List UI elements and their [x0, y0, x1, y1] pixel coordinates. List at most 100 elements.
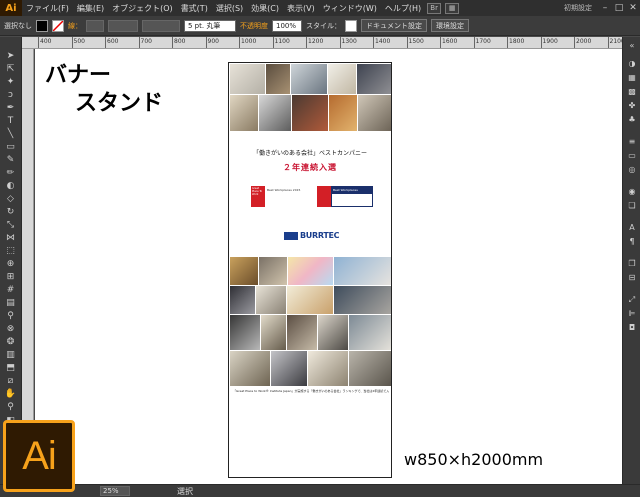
stroke-label: 線： — [68, 21, 82, 30]
appearance-panel-icon[interactable]: ◉ — [626, 187, 638, 197]
ruler-label: 1500 — [408, 38, 424, 45]
zoom-field[interactable]: 25% — [100, 486, 130, 496]
photo — [259, 95, 291, 131]
ruler-tick — [205, 37, 207, 48]
color-guide-icon[interactable]: ▦ — [626, 73, 638, 83]
color-panel-icon[interactable]: ◑ — [626, 59, 638, 69]
blend-tool-icon[interactable]: ⊗ — [3, 324, 18, 335]
maximize-icon[interactable]: □ — [612, 2, 626, 14]
ruler-tick — [71, 37, 73, 48]
pathfinder-panel-icon[interactable]: ◘ — [626, 323, 638, 333]
style-swatch[interactable] — [345, 19, 357, 32]
canvas[interactable]: バナー スタンド 「働きがいのある会社」ベストカンパニー ２年連続入選 Grea… — [35, 49, 622, 484]
stroke-weight-dropdown[interactable] — [86, 19, 104, 32]
align-panel-icon[interactable]: ⊫ — [626, 309, 638, 319]
menu-type[interactable]: 書式(T) — [177, 3, 212, 14]
artboard-banner[interactable]: 「働きがいのある会社」ベストカンパニー ２年連続入選 Great Place T… — [228, 62, 392, 478]
photo — [329, 95, 357, 131]
column-graph-tool-icon[interactable]: ▥ — [3, 350, 18, 361]
ruler-label: 1300 — [341, 38, 357, 45]
blob-brush-tool-icon[interactable]: ◐ — [3, 181, 18, 192]
rotate-tool-icon[interactable]: ↻ — [3, 207, 18, 218]
menu-select[interactable]: 選択(S) — [212, 3, 247, 14]
workspace-preset[interactable]: 初期設定 — [564, 3, 592, 13]
menu-effect[interactable]: 効果(C) — [247, 3, 283, 14]
symbols-panel-icon[interactable]: ♣ — [626, 115, 638, 125]
graphic-styles-icon[interactable]: ❏ — [626, 201, 638, 211]
menu-object[interactable]: オブジェクト(O) — [108, 3, 177, 14]
brushes-panel-icon[interactable]: ✤ — [626, 101, 638, 111]
menu-bar: Ai ファイル(F) 編集(E) オブジェクト(O) 書式(T) 選択(S) 効… — [0, 0, 640, 16]
control-bar: 選択なし 線： 5 pt. 丸筆 不透明度 100% スタイル： ドキュメント設… — [0, 16, 640, 36]
fill-swatch[interactable] — [36, 19, 48, 32]
swatches-panel-icon[interactable]: ▩ — [626, 87, 638, 97]
symbol-sprayer-tool-icon[interactable]: ❂ — [3, 337, 18, 348]
arrange-documents-icon[interactable]: ▦ — [445, 2, 460, 14]
artboards-panel-icon[interactable]: ⊟ — [626, 273, 638, 283]
variable-width-dropdown[interactable] — [108, 19, 138, 32]
photo — [287, 315, 317, 350]
app-logo-small: Ai — [0, 0, 22, 16]
ruler-tick — [105, 37, 106, 48]
gradient-panel-icon[interactable]: ▭ — [626, 151, 638, 161]
pencil-tool-icon[interactable]: ✏ — [3, 168, 18, 179]
zoom-tool-icon[interactable]: ⚲ — [3, 402, 18, 413]
eyedropper-tool-icon[interactable]: ⚲ — [3, 311, 18, 322]
hand-tool-icon[interactable]: ✋ — [3, 389, 18, 400]
width-tool-icon[interactable]: ⋈ — [3, 233, 18, 244]
opacity-label[interactable]: 不透明度 — [240, 21, 268, 31]
gradient-tool-icon[interactable]: ▤ — [3, 298, 18, 309]
layers-panel-icon[interactable]: ❐ — [626, 259, 638, 269]
ruler-label: 1100 — [274, 38, 290, 45]
minimize-icon[interactable]: – — [598, 2, 612, 14]
paragraph-panel-icon[interactable]: ¶ — [626, 237, 638, 247]
close-icon[interactable]: ✕ — [626, 2, 640, 14]
menu-file[interactable]: ファイル(F) — [22, 3, 73, 14]
artboard-tool-icon[interactable]: ⬒ — [3, 363, 18, 374]
ruler-label: 2000 — [576, 38, 592, 45]
photo — [328, 64, 356, 94]
menu-view[interactable]: 表示(V) — [283, 3, 319, 14]
type-tool-icon[interactable]: T — [3, 116, 18, 127]
collapse-panels-icon[interactable]: « — [626, 41, 638, 51]
preferences-button[interactable]: 環境設定 — [431, 19, 469, 32]
brush-dropdown[interactable]: 5 pt. 丸筆 — [184, 19, 236, 32]
illustrator-logo-icon: Ai — [3, 420, 75, 492]
stroke-panel-icon[interactable]: ≡ — [626, 137, 638, 147]
paintbrush-tool-icon[interactable]: ✎ — [3, 155, 18, 166]
rectangle-tool-icon[interactable]: ▭ — [3, 142, 18, 153]
shape-builder-tool-icon[interactable]: ⊕ — [3, 259, 18, 270]
photo — [271, 351, 307, 386]
scale-tool-icon[interactable]: ⤡ — [3, 220, 18, 231]
transform-panel-icon[interactable]: ⤢ — [626, 295, 638, 305]
menu-help[interactable]: ヘルプ(H) — [381, 3, 425, 14]
photo — [266, 64, 290, 94]
mesh-tool-icon[interactable]: # — [3, 285, 18, 296]
slice-tool-icon[interactable]: ⧄ — [3, 376, 18, 387]
free-transform-tool-icon[interactable]: ⬚ — [3, 246, 18, 257]
banner-subhead: ２年連続入選 — [283, 162, 337, 172]
menu-window[interactable]: ウィンドウ(W) — [319, 3, 381, 14]
eraser-tool-icon[interactable]: ◇ — [3, 194, 18, 205]
perspective-grid-tool-icon[interactable]: ⊞ — [3, 272, 18, 283]
stroke-swatch[interactable] — [52, 19, 64, 32]
bridge-icon[interactable]: Br — [427, 2, 442, 14]
transparency-panel-icon[interactable]: ◎ — [626, 165, 638, 175]
lasso-tool-icon[interactable]: ↄ — [3, 90, 18, 101]
photo-thank-you-cards — [288, 257, 333, 285]
ruler-tick — [239, 37, 240, 48]
ruler-tick — [38, 37, 39, 48]
menu-edit[interactable]: 編集(E) — [73, 3, 108, 14]
selection-tool-icon[interactable]: ➤ — [3, 51, 18, 62]
direct-selection-tool-icon[interactable]: ⇱ — [3, 64, 18, 75]
magic-wand-tool-icon[interactable]: ✦ — [3, 77, 18, 88]
character-panel-icon[interactable]: A — [626, 223, 638, 233]
pen-tool-icon[interactable]: ✒ — [3, 103, 18, 114]
line-tool-icon[interactable]: ╲ — [3, 129, 18, 140]
document-settings-button[interactable]: ドキュメント設定 — [361, 19, 427, 32]
photo — [308, 351, 348, 386]
stroke-profile-dropdown[interactable] — [142, 19, 180, 32]
ruler-tick — [406, 37, 408, 48]
opacity-field[interactable]: 100% — [272, 19, 302, 32]
ruler-tick — [138, 37, 140, 48]
